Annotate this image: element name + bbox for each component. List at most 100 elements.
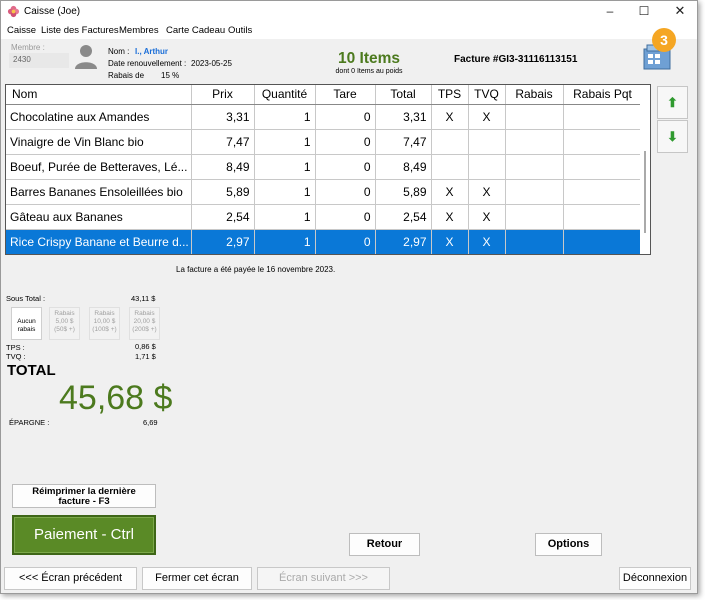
pos-window: Caisse (Joe) – ☐ ✕ Caisse Liste des Fact… xyxy=(0,0,698,594)
menu-membres[interactable]: Membres xyxy=(119,25,159,36)
table-row[interactable]: Barres Bananes Ensoleillées bio 5,89 1 0 5,8… xyxy=(6,179,643,205)
cell-rabais-pqt xyxy=(563,154,643,180)
paid-message: La facture a été payée le 16 novembre 20… xyxy=(176,265,336,274)
reprint-invoice-button[interactable]: Réimprimer la dernière facture - F3 xyxy=(12,484,156,508)
column-header-prix[interactable]: Prix xyxy=(191,85,255,105)
cell-name: Rice Crispy Banane et Beurre d... xyxy=(6,229,192,254)
cell-tps xyxy=(431,129,469,155)
table-row[interactable]: Boeuf, Purée de Betteraves, Lé... 8,49 1 0 8… xyxy=(6,154,643,180)
menu-caisse[interactable]: Caisse xyxy=(7,25,36,36)
cell-quantity: 1 xyxy=(254,104,316,130)
total-label: TOTAL xyxy=(7,362,56,379)
cell-rabais xyxy=(505,179,564,205)
close-window-button[interactable]: ✕ xyxy=(663,1,697,23)
grid-scrollbar-thumb[interactable] xyxy=(644,151,646,233)
next-screen-button[interactable]: Écran suivant >>> xyxy=(257,567,390,590)
cell-tare: 0 xyxy=(315,129,376,155)
discount-none-button[interactable]: Aucun rabais xyxy=(11,307,42,340)
cell-total: 8,49 xyxy=(375,154,432,180)
column-header-nom[interactable]: Nom xyxy=(6,85,192,105)
cell-tare: 0 xyxy=(315,229,376,254)
cell-quantity: 1 xyxy=(254,129,316,155)
cell-total: 2,97 xyxy=(375,229,432,254)
grid-scrollbar[interactable] xyxy=(640,85,650,254)
cell-tps: X xyxy=(431,229,469,254)
discount-20-button[interactable]: Rabais 20,00 $ (200$ +) xyxy=(129,307,160,340)
discount-5-button[interactable]: Rabais 5,00 $ (50$ +) xyxy=(49,307,80,340)
cell-name: Gâteau aux Bananes xyxy=(6,204,192,230)
column-header-total[interactable]: Total xyxy=(375,85,432,105)
column-header-rabais-pqt[interactable]: Rabais Pqt xyxy=(563,85,643,105)
cell-tps: X xyxy=(431,179,469,205)
cell-tvq: X xyxy=(468,204,506,230)
cell-rabais-pqt xyxy=(563,204,643,230)
subtotal-value: 43,11 $ xyxy=(131,294,156,303)
cell-total: 7,47 xyxy=(375,129,432,155)
discount-10-button[interactable]: Rabais 10,00 $ (100$ +) xyxy=(89,307,120,340)
cell-total: 5,89 xyxy=(375,179,432,205)
items-table: Nom Prix Quantité Tare Total TPS TVQ Rab… xyxy=(6,85,643,254)
cell-name: Boeuf, Purée de Betteraves, Lé... xyxy=(6,154,192,180)
table-row[interactable]: Vinaigre de Vin Blanc bio 7,47 1 0 7,47 xyxy=(6,129,643,155)
cell-rabais-pqt xyxy=(563,104,643,130)
cell-tvq: X xyxy=(468,179,506,205)
savings-value: 6,69 xyxy=(143,418,158,427)
cell-rabais-pqt xyxy=(563,129,643,155)
member-number-field[interactable]: 2430 xyxy=(9,53,69,68)
cell-tare: 0 xyxy=(315,179,376,205)
scroll-down-button[interactable]: ⬇ xyxy=(657,120,688,153)
cell-quantity: 1 xyxy=(254,179,316,205)
menu-bar: Caisse Liste des Factures Membres Carte … xyxy=(1,23,697,39)
close-screen-button[interactable]: Fermer cet écran xyxy=(142,567,252,590)
table-row[interactable]: Chocolatine aux Amandes 3,31 1 0 3,31 X X xyxy=(6,104,643,130)
table-header-row: Nom Prix Quantité Tare Total TPS TVQ Rab… xyxy=(6,85,643,105)
items-weight-note: dont 0 Items au poids xyxy=(335,68,403,75)
cell-tps xyxy=(431,154,469,180)
table-row[interactable]: Gâteau aux Bananes 2,54 1 0 2,54 X X xyxy=(6,204,643,230)
customer-name[interactable]: I., Arthur xyxy=(135,47,168,56)
register-notification-icon[interactable]: 3 xyxy=(638,25,678,73)
scroll-up-button[interactable]: ⬆ xyxy=(657,86,688,119)
cell-price: 7,47 xyxy=(191,129,255,155)
cell-rabais xyxy=(505,104,564,130)
options-button[interactable]: Options xyxy=(535,533,602,556)
column-header-tare[interactable]: Tare xyxy=(315,85,376,105)
tps-value: 0,86 $ xyxy=(135,342,156,351)
return-button[interactable]: Retour xyxy=(349,533,420,556)
discount-rate-value: 15 % xyxy=(161,71,180,80)
column-header-quantite[interactable]: Quantité xyxy=(254,85,316,105)
cell-tvq xyxy=(468,154,506,180)
logout-button[interactable]: Déconnexion xyxy=(619,567,691,590)
menu-carte-cadeau[interactable]: Carte Cadeau xyxy=(166,25,225,36)
items-grid[interactable]: Nom Prix Quantité Tare Total TPS TVQ Rab… xyxy=(5,84,651,255)
cell-price: 2,54 xyxy=(191,204,255,230)
cell-rabais-pqt xyxy=(563,229,643,254)
cell-quantity: 1 xyxy=(254,154,316,180)
minimize-button[interactable]: – xyxy=(593,1,627,23)
cell-price: 2,97 xyxy=(191,229,255,254)
total-value: 45,68 $ xyxy=(59,379,173,417)
avatar-icon xyxy=(75,45,97,69)
flower-app-icon xyxy=(7,5,20,18)
cell-name: Chocolatine aux Amandes xyxy=(6,104,192,130)
cell-tps: X xyxy=(431,204,469,230)
cell-tare: 0 xyxy=(315,104,376,130)
column-header-rabais[interactable]: Rabais xyxy=(505,85,564,105)
column-header-tps[interactable]: TPS xyxy=(431,85,469,105)
cell-tvq xyxy=(468,129,506,155)
maximize-button[interactable]: ☐ xyxy=(627,1,661,23)
menu-liste-factures[interactable]: Liste des Factures xyxy=(41,25,119,36)
table-row[interactable]: Rice Crispy Banane et Beurre d... 2,97 1 0 2… xyxy=(6,229,643,254)
cell-rabais xyxy=(505,154,564,180)
previous-screen-button[interactable]: <<< Écran précédent xyxy=(4,567,137,590)
cell-price: 8,49 xyxy=(191,154,255,180)
cell-tvq: X xyxy=(468,229,506,254)
cell-total: 3,31 xyxy=(375,104,432,130)
cell-name: Barres Bananes Ensoleillées bio xyxy=(6,179,192,205)
title-bar: Caisse (Joe) – ☐ ✕ xyxy=(1,1,697,23)
column-header-tvq[interactable]: TVQ xyxy=(468,85,506,105)
cell-price: 3,31 xyxy=(191,104,255,130)
payment-button[interactable]: Paiement - Ctrl xyxy=(12,515,156,555)
menu-outils[interactable]: Outils xyxy=(228,25,252,36)
member-label: Membre : xyxy=(11,43,45,52)
